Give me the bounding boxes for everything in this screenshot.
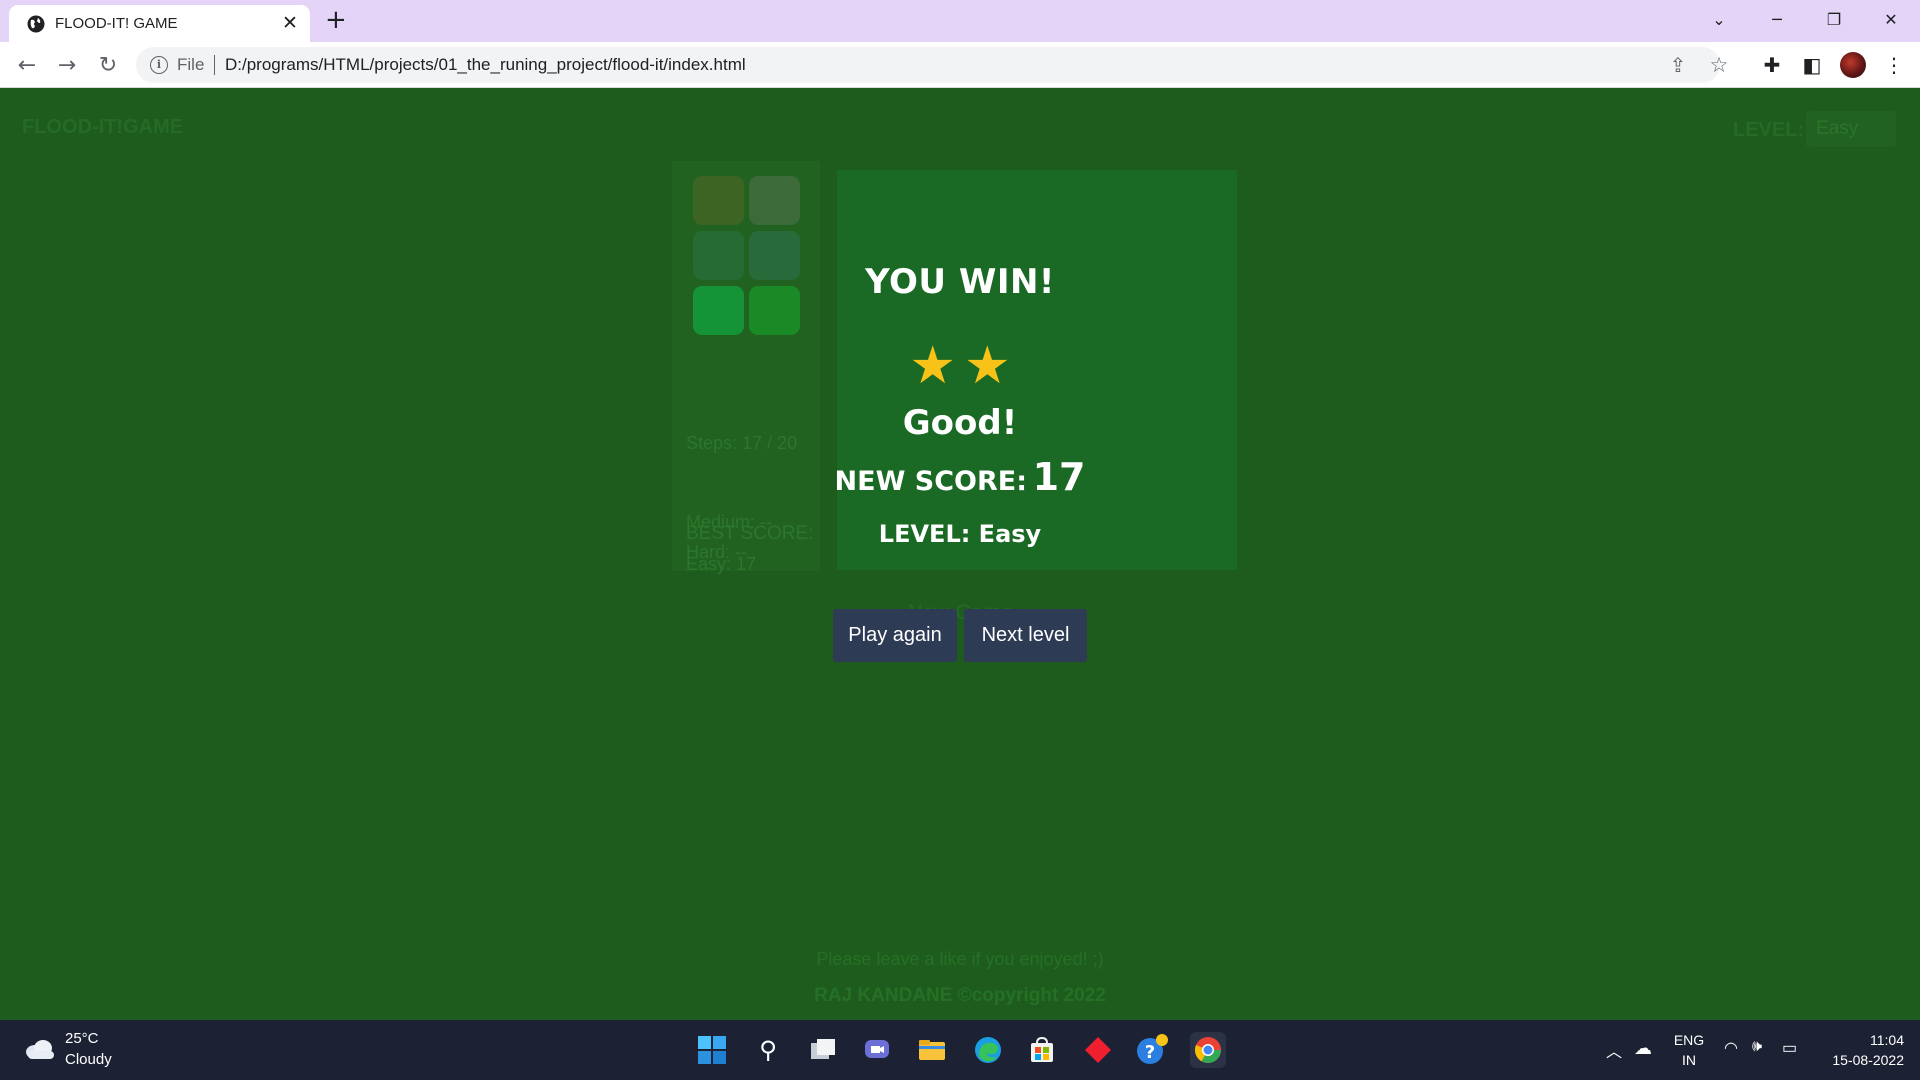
close-tab-icon[interactable]: ✕ (282, 12, 298, 34)
new-score-value: 17 (1032, 455, 1086, 499)
back-icon[interactable]: ← (12, 50, 42, 80)
profile-avatar[interactable] (1840, 52, 1866, 78)
footer-copyright: RAJ KANDANE ©copyright 2022 (814, 985, 1106, 1006)
info-icon[interactable]: i (150, 56, 168, 74)
side-panel-icon[interactable]: ◧ (1798, 51, 1826, 79)
help-icon[interactable]: ? (1134, 1032, 1170, 1068)
search-icon[interactable]: ⚲ (750, 1032, 786, 1068)
wifi-icon[interactable]: ◠ (1724, 1038, 1738, 1058)
file-label: File (177, 55, 205, 74)
url-text[interactable]: D:/programs/HTML/projects/01_the_runing_… (225, 55, 746, 75)
chevron-up-icon[interactable]: ︿ (1606, 1038, 1622, 1062)
onedrive-cloud-icon[interactable]: ☁ (1634, 1038, 1652, 1059)
game-board (837, 170, 1237, 570)
new-tab-icon[interactable]: + (325, 4, 347, 36)
side-panel: Steps: 17 / 20 BEST SCORE: Easy: 17 (672, 161, 820, 574)
new-score: NEW SCORE: 17 (0, 455, 1920, 499)
address-bar[interactable]: i File D:/programs/HTML/projects/01_the_… (136, 47, 1728, 83)
app-diamond-icon[interactable] (1080, 1032, 1116, 1068)
game-page: FLOOD-IT!GAME LEVEL: Easy Steps: 17 / 20… (0, 89, 1920, 1020)
tab-title: FLOOD-IT! GAME (55, 15, 178, 32)
play-again-button[interactable]: Play again (833, 609, 957, 662)
battery-icon[interactable]: ▭ (1782, 1038, 1797, 1058)
win-title: YOU WIN! (865, 262, 1055, 302)
file-explorer-icon[interactable] (914, 1032, 950, 1068)
restore-icon[interactable]: ❐ (1811, 0, 1857, 38)
forward-icon[interactable]: → (52, 50, 82, 80)
browser-tab[interactable]: FLOOD-IT! GAME ✕ (9, 5, 310, 42)
new-score-label: NEW SCORE: (834, 466, 1027, 497)
level-select[interactable]: Easy (1806, 111, 1896, 147)
window-close-icon[interactable]: ✕ (1868, 0, 1914, 38)
star-icon: ★ (909, 336, 956, 396)
browser-toolbar: ← → ↻ i File D:/programs/HTML/projects/0… (0, 42, 1920, 88)
clock[interactable]: 11:04 15-08-2022 (1820, 1030, 1904, 1070)
extensions-icon[interactable]: ✚ (1758, 51, 1786, 79)
store-icon[interactable] (1024, 1032, 1060, 1068)
time: 11:04 (1870, 1032, 1904, 1048)
language-indicator[interactable]: ENG IN (1672, 1030, 1706, 1070)
task-view-icon[interactable] (805, 1032, 841, 1068)
volume-icon[interactable]: 🕪 (1752, 1038, 1762, 1056)
globe-icon (27, 15, 45, 33)
weather-condition: Cloudy (65, 1051, 112, 1068)
game-title: FLOOD-IT!GAME (22, 116, 184, 138)
language-code: ENG (1673, 1032, 1705, 1048)
minimize-icon[interactable]: ─ (1754, 0, 1800, 38)
chrome-icon[interactable] (1190, 1032, 1226, 1068)
region-code: IN (1682, 1052, 1696, 1068)
cloud-icon[interactable] (24, 1037, 56, 1061)
share-icon[interactable]: ⇪ (1666, 53, 1690, 77)
bookmark-star-icon[interactable]: ☆ (1707, 53, 1731, 77)
date: 15-08-2022 (1832, 1052, 1904, 1068)
windows-start-icon[interactable] (694, 1032, 730, 1068)
rating-text: Good! (902, 403, 1018, 443)
svg-text:?: ? (1145, 1042, 1155, 1063)
temperature: 25°C (65, 1030, 99, 1047)
taskbar: 25°C Cloudy ⚲ ? ︿ ☁ ENG IN ◠ 🕪 ▭ 11:04 1… (0, 1020, 1920, 1080)
color-swatch-2[interactable] (749, 176, 800, 225)
chat-icon[interactable] (859, 1032, 895, 1068)
level-label: LEVEL: (1733, 119, 1805, 141)
tab-search-icon[interactable]: ⌄ (1696, 0, 1742, 38)
star-rating: ★ ★ (904, 339, 1016, 393)
reload-icon[interactable]: ↻ (93, 50, 123, 80)
browser-tab-strip: FLOOD-IT! GAME ✕ + ⌄ ─ ❐ ✕ (0, 0, 1920, 42)
footer-note: Please leave a like if you enjoyed! ;) (816, 949, 1104, 969)
next-level-button[interactable]: Next level (964, 609, 1087, 662)
star-icon: ★ (964, 336, 1011, 396)
separator (214, 55, 215, 75)
level-text: LEVEL: Easy (878, 520, 1042, 548)
color-swatch-1[interactable] (693, 176, 744, 225)
edge-icon[interactable] (970, 1032, 1006, 1068)
menu-icon[interactable]: ⋮ (1880, 51, 1908, 79)
